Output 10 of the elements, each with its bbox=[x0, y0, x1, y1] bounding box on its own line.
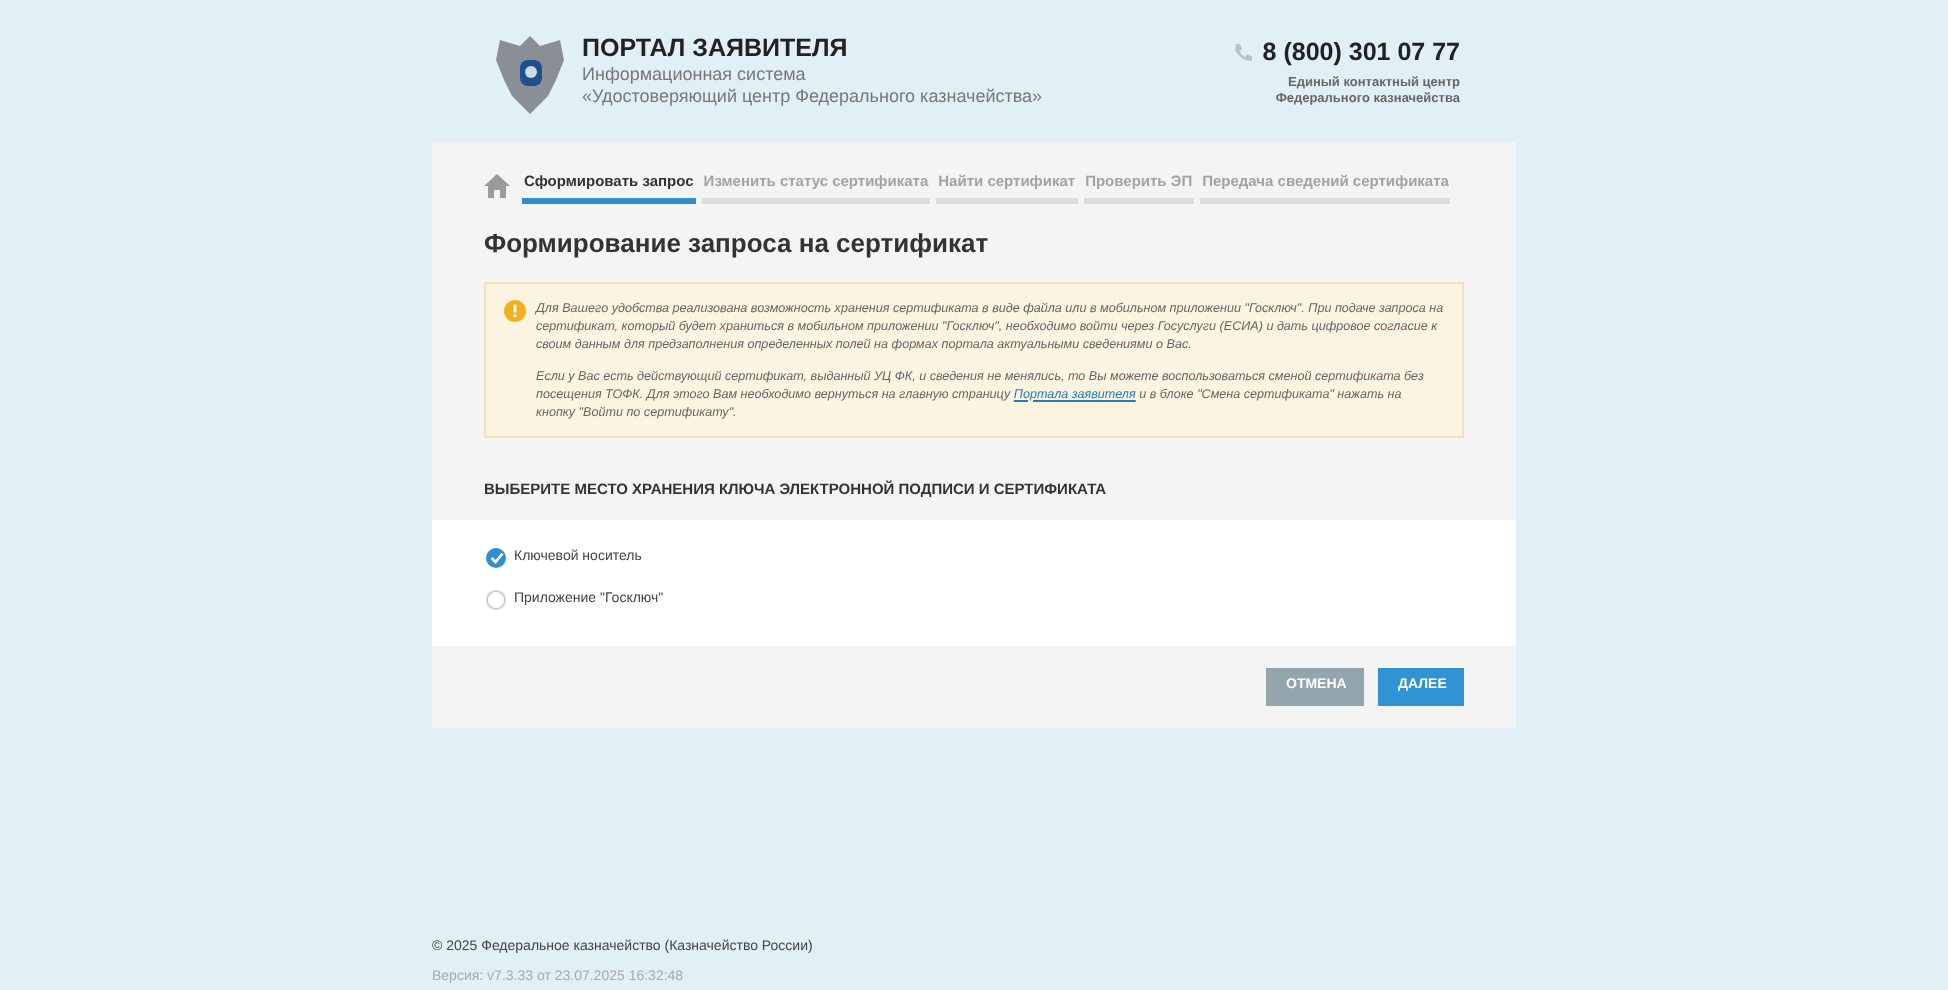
radio-button[interactable] bbox=[486, 548, 506, 569]
radio-button[interactable] bbox=[486, 589, 506, 610]
home-icon[interactable] bbox=[484, 174, 510, 199]
system-name: Информационная система bbox=[582, 64, 808, 86]
portal-title: ПОРТАЛ ЗАЯВИТЕЛЯ bbox=[582, 34, 850, 64]
system-name: «Удостоверяющий центр Федерального казначейства» bbox=[582, 86, 1043, 108]
info-icon bbox=[504, 299, 526, 322]
phone-icon bbox=[1232, 41, 1255, 63]
phone-number: 8 (800) 301 07 77 bbox=[1262, 35, 1460, 70]
page-title: Формирование запроса на сертификат bbox=[484, 226, 991, 263]
